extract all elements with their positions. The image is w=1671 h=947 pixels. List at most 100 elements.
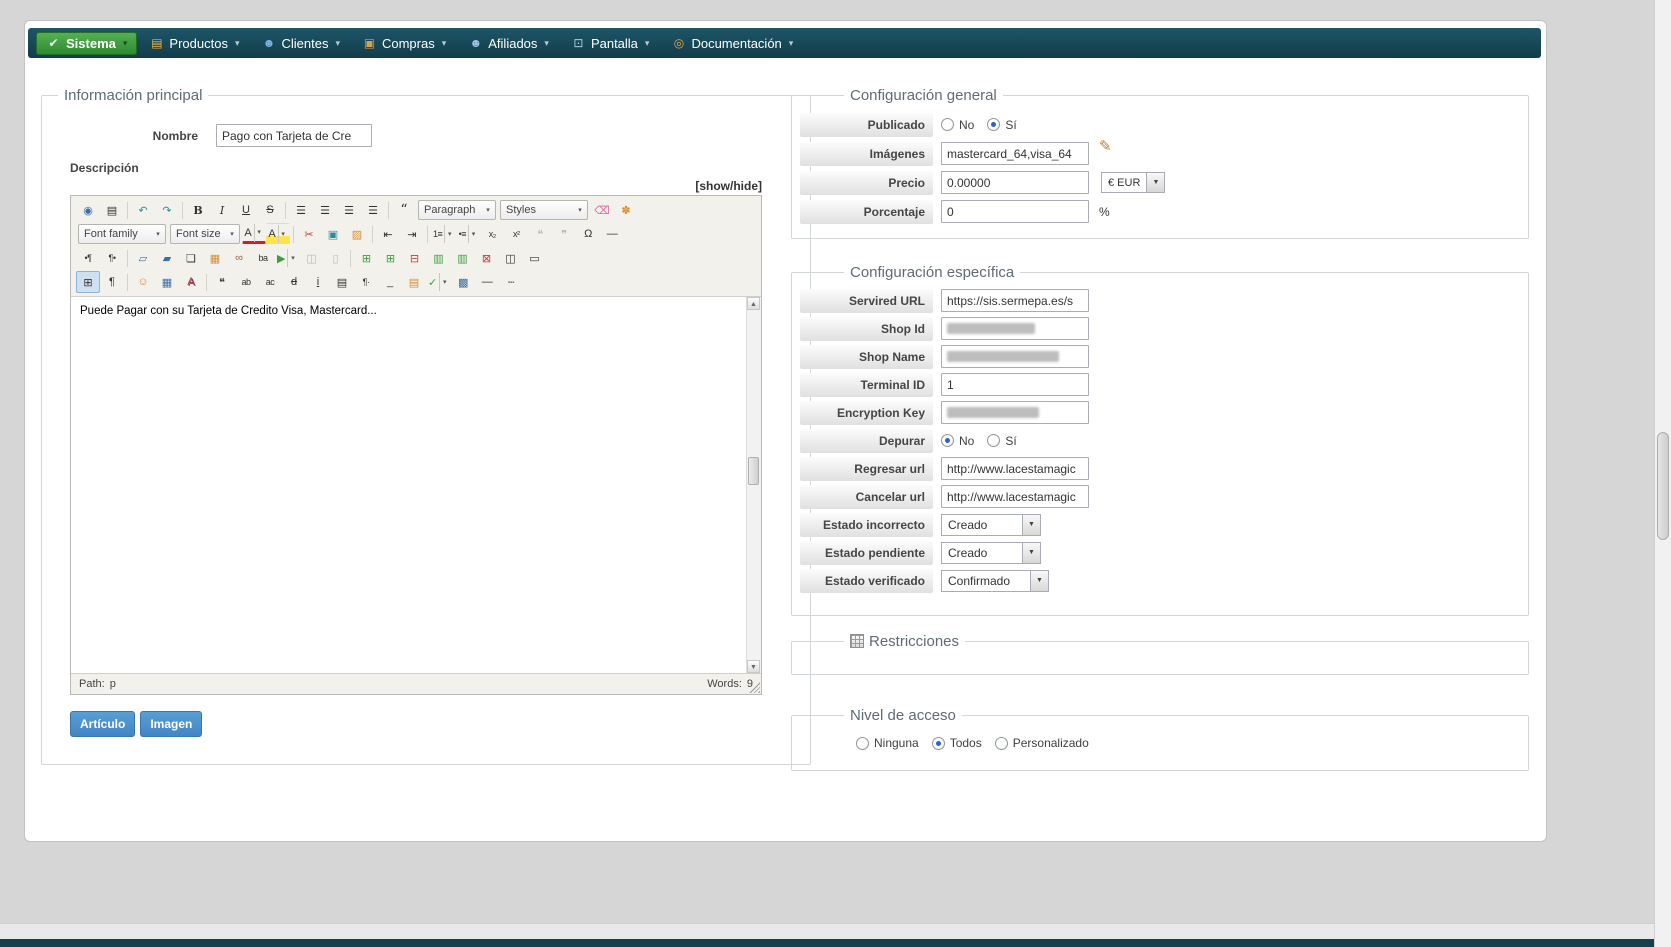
- template-icon[interactable]: ▤: [402, 271, 426, 293]
- chevron-down-icon[interactable]: ▼: [1022, 543, 1040, 563]
- restricciones-checkbox-icon[interactable]: [850, 634, 864, 648]
- align-left-icon[interactable]: ☰: [289, 199, 313, 221]
- nav-item-clientes[interactable]: ☻Clientes▾: [251, 32, 350, 55]
- bring-forward-icon[interactable]: ▰: [155, 247, 179, 269]
- styles-select[interactable]: Styles▾: [500, 200, 588, 220]
- acronym-icon[interactable]: ac: [258, 271, 282, 293]
- emotions-icon[interactable]: ☺: [131, 271, 155, 293]
- ltr-icon[interactable]: •¶: [76, 247, 100, 269]
- paste-icon[interactable]: ▨: [345, 223, 369, 245]
- subscript-icon[interactable]: x₂: [480, 223, 504, 245]
- undo-icon[interactable]: ↶: [131, 199, 155, 221]
- nav-item-afiliados[interactable]: ☻Afiliados▾: [458, 32, 559, 55]
- style-props-icon[interactable]: A: [179, 271, 203, 293]
- help-icon[interactable]: ◉: [76, 199, 100, 221]
- show-hide-toggle[interactable]: [show/hide]: [70, 179, 762, 193]
- image-icon[interactable]: ▦: [203, 247, 227, 269]
- depurar-si-radio[interactable]: [987, 434, 1000, 447]
- cite-icon[interactable]: ❝: [528, 223, 552, 245]
- publicado-si-radio[interactable]: [987, 118, 1000, 131]
- italic-icon[interactable]: I: [210, 199, 234, 221]
- nombre-input[interactable]: [216, 124, 372, 147]
- fullpage-icon[interactable]: ▯: [323, 247, 347, 269]
- media-icon[interactable]: ▦: [155, 271, 179, 293]
- advanced-hr-icon[interactable]: ―: [475, 271, 499, 293]
- vertical-scrollbar-track[interactable]: [1654, 0, 1671, 947]
- strikethrough-icon[interactable]: S: [258, 199, 282, 221]
- delete-col-icon[interactable]: ⊠: [474, 247, 498, 269]
- horizontal-rule-icon[interactable]: ―: [600, 223, 624, 245]
- encryption-key-input[interactable]: [941, 401, 1089, 424]
- scroll-down-icon[interactable]: ▼: [747, 660, 760, 673]
- chevron-down-icon[interactable]: ▾: [254, 224, 264, 242]
- nonbreaking-icon[interactable]: _: [378, 271, 402, 293]
- advanced-image-icon[interactable]: ▩: [451, 271, 475, 293]
- nav-item-productos[interactable]: ▤Productos▾: [139, 32, 249, 55]
- acceso-personalizado-radio[interactable]: [995, 737, 1008, 750]
- depurar-no-radio[interactable]: [941, 434, 954, 447]
- align-justify-icon[interactable]: ☰: [361, 199, 385, 221]
- underline-icon[interactable]: U: [234, 199, 258, 221]
- chevron-down-icon[interactable]: ▾: [278, 225, 288, 243]
- insert-row-after-icon[interactable]: ⊞: [378, 247, 402, 269]
- highlight-color-icon[interactable]: A▾: [266, 223, 290, 245]
- translate-icon[interactable]: ba: [251, 247, 275, 269]
- del-element-icon[interactable]: d: [282, 271, 306, 293]
- bullet-list-icon[interactable]: •≡▾: [456, 223, 480, 245]
- servired-url-input[interactable]: [941, 289, 1089, 312]
- editor-content[interactable]: Puede Pagar con su Tarjeta de Credito Vi…: [71, 297, 745, 325]
- redo-icon[interactable]: ↷: [155, 199, 179, 221]
- font-family-select[interactable]: Font family▾: [78, 224, 166, 244]
- find-replace-icon[interactable]: ∞: [227, 247, 251, 269]
- estado-incorrecto-select[interactable]: Creado▼: [941, 514, 1041, 536]
- shop-id-input[interactable]: [941, 317, 1089, 340]
- publicado-no-radio[interactable]: [941, 118, 954, 131]
- cut-icon[interactable]: ✂: [297, 223, 321, 245]
- special-char-icon[interactable]: Ω: [576, 223, 600, 245]
- chevron-down-icon[interactable]: ▾: [439, 273, 449, 291]
- rtl-icon[interactable]: ¶•: [100, 247, 124, 269]
- copy-icon[interactable]: ▣: [321, 223, 345, 245]
- ins-element-icon[interactable]: i: [306, 271, 330, 293]
- visual-chars-icon[interactable]: ¶·: [354, 271, 378, 293]
- outdent-icon[interactable]: ⇤: [376, 223, 400, 245]
- insert-media-icon[interactable]: ▶▾: [275, 247, 299, 269]
- insert-layer-icon[interactable]: ▱: [131, 247, 155, 269]
- chevron-down-icon[interactable]: ▼: [1146, 173, 1164, 192]
- merge-cells-icon[interactable]: ▭: [522, 247, 546, 269]
- table-icon[interactable]: ⊞: [76, 271, 100, 293]
- align-center-icon[interactable]: ☰: [313, 199, 337, 221]
- acceso-todos-radio[interactable]: [932, 737, 945, 750]
- precio-input[interactable]: [941, 171, 1089, 194]
- horizontal-scrollbar-track[interactable]: [0, 923, 1654, 939]
- acceso-ninguna-radio[interactable]: [856, 737, 869, 750]
- insert-col-before-icon[interactable]: ▥: [426, 247, 450, 269]
- cancelar-url-input[interactable]: [941, 485, 1089, 508]
- currency-select[interactable]: € EUR ▼: [1101, 172, 1165, 193]
- articulo-button[interactable]: Artículo: [70, 711, 135, 737]
- blockquote-icon[interactable]: “: [392, 199, 416, 221]
- vertical-scrollbar-thumb[interactable]: [1657, 432, 1669, 540]
- chevron-down-icon[interactable]: ▾: [444, 225, 454, 243]
- text-color-icon[interactable]: A▾: [242, 225, 266, 244]
- indent-icon[interactable]: ⇥: [400, 223, 424, 245]
- chevron-down-icon[interactable]: ▾: [287, 249, 297, 267]
- chevron-down-icon[interactable]: ▼: [1030, 571, 1048, 591]
- align-right-icon[interactable]: ☰: [337, 199, 361, 221]
- nav-item-pantalla[interactable]: ⊡Pantalla▾: [561, 32, 660, 55]
- editor-scrollbar-thumb[interactable]: [748, 457, 759, 485]
- font-size-select[interactable]: Font size▾: [170, 224, 240, 244]
- insert-col-after-icon[interactable]: ▥: [450, 247, 474, 269]
- insert-row-before-icon[interactable]: ⊞: [354, 247, 378, 269]
- imagenes-input[interactable]: [941, 142, 1089, 165]
- abbr-icon[interactable]: ab: [234, 271, 258, 293]
- nav-item-sistema[interactable]: ✔Sistema▾: [36, 32, 137, 55]
- bold-icon[interactable]: B: [186, 199, 210, 221]
- paragraph-select[interactable]: Paragraph▾: [418, 200, 496, 220]
- cleanup-icon[interactable]: ✽: [614, 199, 638, 221]
- edit-image-icon[interactable]: ✎: [1099, 137, 1112, 155]
- terminal-id-input[interactable]: [941, 373, 1089, 396]
- visual-aid-icon[interactable]: ¶: [100, 271, 124, 293]
- edit-css-icon[interactable]: ◫: [299, 247, 323, 269]
- superscript-icon[interactable]: x²: [504, 223, 528, 245]
